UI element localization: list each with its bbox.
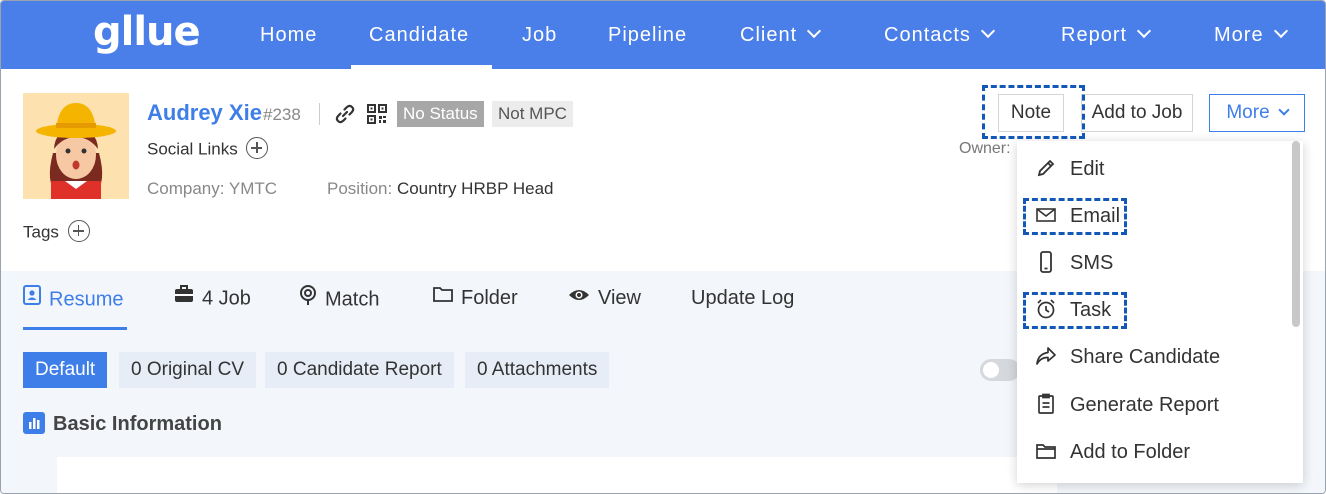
more-button[interactable]: More [1209, 94, 1305, 132]
social-links-label: Social Links [147, 139, 238, 159]
candidate-id: #238 [263, 105, 301, 124]
company-label: Company: YMTC [147, 179, 278, 198]
nav-more[interactable]: More [1214, 1, 1288, 69]
resume-icon [23, 285, 41, 311]
clipboard-icon [1035, 393, 1057, 415]
tab-update-log[interactable]: Update Log [691, 287, 794, 310]
avatar [23, 93, 129, 199]
pill-default[interactable]: Default [23, 352, 108, 388]
more-button-label: More [1226, 102, 1270, 123]
nav-job[interactable]: Job [522, 1, 557, 69]
qr-code-icon[interactable] [366, 103, 388, 125]
position-value: Country HRBP Head [396, 179, 554, 198]
nav-report[interactable]: Report [1061, 1, 1152, 69]
briefcase-icon [174, 285, 194, 309]
eye-icon [568, 285, 590, 308]
chevron-down-icon [1273, 23, 1288, 39]
email-highlight-box [1023, 198, 1127, 235]
tags-label: Tags [23, 222, 59, 242]
pill-original-cv[interactable]: 0 Original CV [119, 352, 256, 388]
nav-home[interactable]: Home [260, 1, 317, 69]
tab-job[interactable]: 4 Job [174, 285, 251, 311]
social-links: Social Links [147, 137, 269, 161]
position-field: Position: Country HRBP Head [327, 179, 553, 199]
basic-information-panel [57, 457, 1057, 493]
app-window: gllue Home Candidate Job Pipeline Client… [0, 0, 1326, 494]
chevron-down-icon [1277, 104, 1290, 116]
chevron-down-icon [807, 23, 822, 39]
divider [319, 103, 320, 125]
menu-item-sms[interactable]: SMS [1035, 248, 1113, 278]
tab-view[interactable]: View [568, 287, 641, 310]
top-navigation: gllue Home Candidate Job Pipeline Client… [1, 1, 1325, 69]
nav-candidate[interactable]: Candidate [369, 1, 469, 69]
nav-contacts[interactable]: Contacts [884, 1, 996, 69]
pill-candidate-report[interactable]: 0 Candidate Report [265, 352, 454, 388]
bar-chart-icon [23, 411, 45, 434]
add-tag-icon[interactable] [67, 220, 90, 242]
tags-field: Tags [23, 220, 90, 244]
status-badge[interactable]: No Status [397, 101, 484, 127]
tab-active-indicator [23, 327, 127, 330]
menu-item-add-to-folder[interactable]: Add to Folder [1035, 437, 1190, 467]
menu-item-share-candidate[interactable]: Share Candidate [1035, 342, 1220, 372]
add-to-job-button[interactable]: Add to Job [1081, 94, 1193, 132]
menu-item-generate-report[interactable]: Generate Report [1035, 390, 1219, 420]
share-arrow-icon [1035, 345, 1057, 367]
location-pin-icon [299, 285, 317, 311]
folder-icon [433, 285, 453, 308]
chevron-down-icon [1136, 23, 1152, 39]
menu-item-edit[interactable]: Edit [1035, 154, 1104, 184]
pencil-icon [1035, 157, 1057, 179]
mpc-badge[interactable]: Not MPC [492, 101, 573, 127]
position-label: Position: [327, 179, 393, 198]
section-basic-information: Basic Information [23, 411, 222, 436]
candidate-name[interactable]: Audrey Xie [147, 100, 262, 126]
tab-folder[interactable]: Folder [433, 287, 518, 310]
pill-attachments[interactable]: 0 Attachments [465, 352, 610, 388]
nav-client[interactable]: Client [740, 1, 822, 69]
link-icon[interactable] [334, 103, 356, 125]
task-highlight-box [1023, 292, 1127, 329]
folder-icon [1035, 440, 1057, 462]
add-social-link-icon[interactable] [246, 137, 269, 159]
tab-resume[interactable]: Resume [23, 285, 123, 313]
toggle-switch[interactable] [980, 359, 1020, 381]
chevron-down-icon [980, 23, 996, 39]
note-highlight-box [982, 85, 1085, 139]
phone-icon [1035, 250, 1057, 273]
owner-label: Owner: [959, 140, 1011, 157]
gllue-logo[interactable]: gllue [93, 9, 201, 55]
nav-pipeline[interactable]: Pipeline [608, 1, 687, 69]
dropdown-scrollbar[interactable] [1292, 141, 1300, 327]
tab-match[interactable]: Match [299, 285, 379, 313]
